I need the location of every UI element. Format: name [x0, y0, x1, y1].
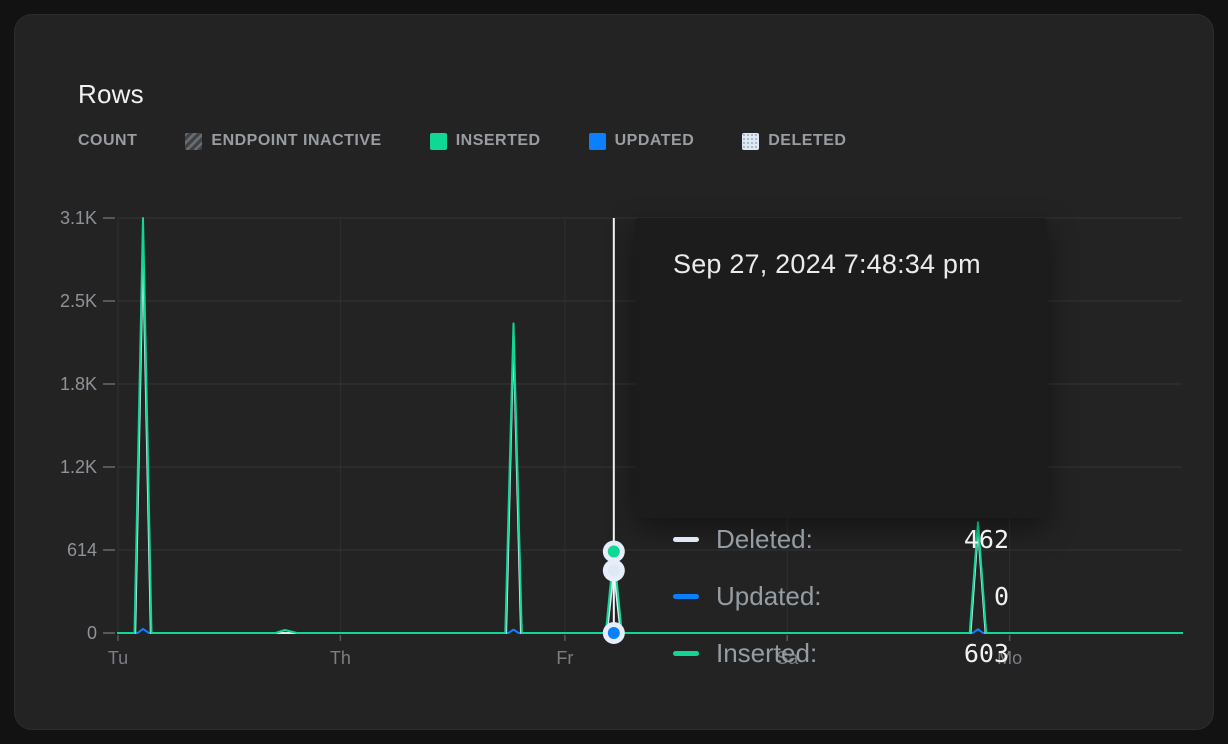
tooltip-row-inserted: Inserted: 603 — [673, 635, 1009, 671]
tooltip-timestamp: Sep 27, 2024 7:48:34 pm — [673, 249, 981, 280]
y-tick-label: 1.8K — [60, 374, 97, 394]
y-tick-label: 2.5K — [60, 291, 97, 311]
tooltip-value: 0 — [994, 582, 1009, 611]
inserted-dash-icon — [673, 651, 699, 656]
updated-dash-icon — [673, 594, 699, 599]
tooltip-value: 462 — [964, 525, 1009, 554]
x-tick-label: Fr — [556, 648, 573, 668]
y-tick-label: 3.1K — [60, 208, 97, 228]
tooltip-label: Inserted: — [716, 638, 817, 669]
chart-tooltip: Sep 27, 2024 7:48:34 pm Deleted: 462 Upd… — [635, 218, 1047, 518]
page-background: Rows COUNT ENDPOINT INACTIVE INSERTED UP… — [0, 0, 1228, 744]
tooltip-label: Deleted: — [716, 524, 813, 555]
x-tick-label: Tu — [108, 648, 128, 668]
tooltip-row-deleted: Deleted: 462 — [673, 521, 1009, 557]
tooltip-label: Updated: — [716, 581, 822, 612]
y-tick-label: 0 — [87, 623, 97, 643]
tooltip-row-updated: Updated: 0 — [673, 578, 1009, 614]
x-tick-label: Th — [330, 648, 351, 668]
tooltip-value: 603 — [964, 639, 1009, 668]
y-tick-label: 1.2K — [60, 457, 97, 477]
deleted-dash-icon — [673, 537, 699, 542]
rows-chart-card: Rows COUNT ENDPOINT INACTIVE INSERTED UP… — [14, 14, 1214, 730]
y-tick-label: 614 — [67, 540, 97, 560]
